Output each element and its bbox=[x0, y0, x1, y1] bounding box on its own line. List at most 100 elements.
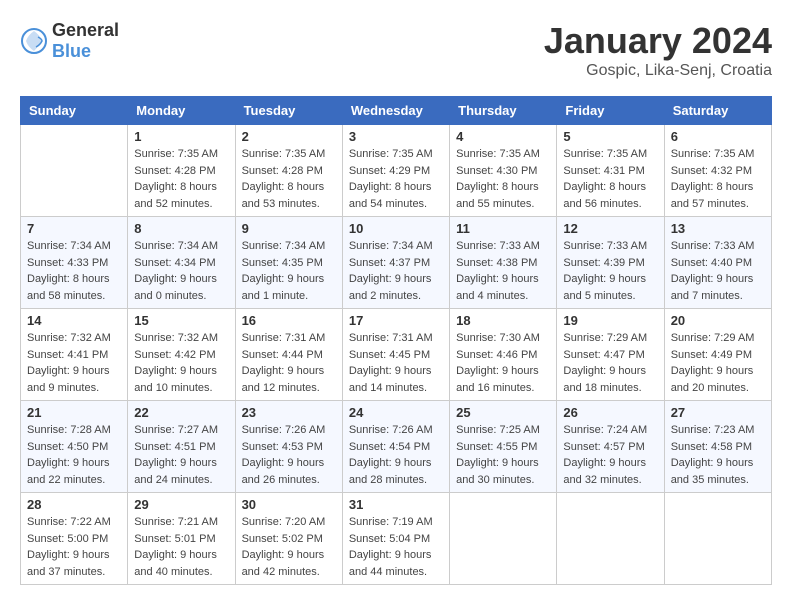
day-number: 30 bbox=[242, 497, 336, 512]
calendar-cell: 18 Sunrise: 7:30 AMSunset: 4:46 PMDayligh… bbox=[450, 309, 557, 401]
day-info: Sunrise: 7:33 AMSunset: 4:40 PMDaylight:… bbox=[671, 238, 765, 304]
calendar-cell: 19 Sunrise: 7:29 AMSunset: 4:47 PMDayligh… bbox=[557, 309, 664, 401]
weekday-header: Sunday bbox=[21, 97, 128, 125]
day-number: 22 bbox=[134, 405, 228, 420]
day-number: 5 bbox=[563, 129, 657, 144]
calendar-title: January 2024 bbox=[544, 20, 772, 62]
day-info: Sunrise: 7:35 AMSunset: 4:28 PMDaylight:… bbox=[134, 146, 228, 212]
day-number: 11 bbox=[456, 221, 550, 236]
weekday-header: Monday bbox=[128, 97, 235, 125]
calendar-week-row: 7Sunrise: 7:34 AMSunset: 4:33 PMDaylight… bbox=[21, 217, 772, 309]
calendar-cell: 10Sunrise: 7:34 AMSunset: 4:37 PMDayligh… bbox=[342, 217, 449, 309]
calendar-cell: 20Sunrise: 7:29 AMSunset: 4:49 PMDayligh… bbox=[664, 309, 771, 401]
day-info: Sunrise: 7:34 AMSunset: 4:33 PMDaylight:… bbox=[27, 238, 121, 304]
day-number: 4 bbox=[456, 129, 550, 144]
logo-blue: Blue bbox=[52, 41, 91, 61]
calendar-week-row: 21 Sunrise: 7:28 AMSunset: 4:50 PMDayligh… bbox=[21, 401, 772, 493]
calendar-cell: 8 Sunrise: 7:34 AMSunset: 4:34 PMDaylight… bbox=[128, 217, 235, 309]
calendar-cell: 2 Sunrise: 7:35 AMSunset: 4:28 PMDaylight… bbox=[235, 125, 342, 217]
calendar-cell: 25Sunrise: 7:25 AMSunset: 4:55 PMDayligh… bbox=[450, 401, 557, 493]
day-info: Sunrise: 7:35 AMSunset: 4:31 PMDaylight:… bbox=[563, 146, 657, 212]
weekday-header: Thursday bbox=[450, 97, 557, 125]
day-number: 26 bbox=[563, 405, 657, 420]
calendar-header-row: SundayMondayTuesdayWednesdayThursdayFrid… bbox=[21, 97, 772, 125]
day-number: 16 bbox=[242, 313, 336, 328]
calendar-cell: 24Sunrise: 7:26 AMSunset: 4:54 PMDayligh… bbox=[342, 401, 449, 493]
day-number: 29 bbox=[134, 497, 228, 512]
calendar-table: SundayMondayTuesdayWednesdayThursdayFrid… bbox=[20, 96, 772, 585]
calendar-cell bbox=[450, 493, 557, 585]
day-info: Sunrise: 7:29 AMSunset: 4:47 PMDaylight:… bbox=[563, 330, 657, 396]
calendar-cell: 15Sunrise: 7:32 AMSunset: 4:42 PMDayligh… bbox=[128, 309, 235, 401]
day-info: Sunrise: 7:33 AMSunset: 4:39 PMDaylight:… bbox=[563, 238, 657, 304]
day-number: 17 bbox=[349, 313, 443, 328]
day-info: Sunrise: 7:35 AMSunset: 4:28 PMDaylight:… bbox=[242, 146, 336, 212]
logo-icon bbox=[20, 27, 48, 55]
page-header: General Blue January 2024 Gospic, Lika-S… bbox=[20, 20, 772, 80]
day-info: Sunrise: 7:20 AMSunset: 5:02 PMDaylight:… bbox=[242, 514, 336, 580]
day-number: 14 bbox=[27, 313, 121, 328]
day-info: Sunrise: 7:27 AMSunset: 4:51 PMDaylight:… bbox=[134, 422, 228, 488]
calendar-cell: 1Sunrise: 7:35 AMSunset: 4:28 PMDaylight… bbox=[128, 125, 235, 217]
day-info: Sunrise: 7:22 AMSunset: 5:00 PMDaylight:… bbox=[27, 514, 121, 580]
day-info: Sunrise: 7:34 AMSunset: 4:35 PMDaylight:… bbox=[242, 238, 336, 304]
calendar-cell: 17 Sunrise: 7:31 AMSunset: 4:45 PMDayligh… bbox=[342, 309, 449, 401]
calendar-cell: 21 Sunrise: 7:28 AMSunset: 4:50 PMDayligh… bbox=[21, 401, 128, 493]
day-info: Sunrise: 7:31 AMSunset: 4:44 PMDaylight:… bbox=[242, 330, 336, 396]
day-info: Sunrise: 7:30 AMSunset: 4:46 PMDaylight:… bbox=[456, 330, 550, 396]
calendar-cell: 27Sunrise: 7:23 AMSunset: 4:58 PMDayligh… bbox=[664, 401, 771, 493]
calendar-location: Gospic, Lika-Senj, Croatia bbox=[544, 62, 772, 80]
calendar-cell: 14 Sunrise: 7:32 AMSunset: 4:41 PMDayligh… bbox=[21, 309, 128, 401]
calendar-cell: 26 Sunrise: 7:24 AMSunset: 4:57 PMDayligh… bbox=[557, 401, 664, 493]
day-number: 3 bbox=[349, 129, 443, 144]
day-number: 12 bbox=[563, 221, 657, 236]
calendar-cell bbox=[21, 125, 128, 217]
day-info: Sunrise: 7:35 AMSunset: 4:32 PMDaylight:… bbox=[671, 146, 765, 212]
calendar-cell: 13 Sunrise: 7:33 AMSunset: 4:40 PMDayligh… bbox=[664, 217, 771, 309]
calendar-cell: 5 Sunrise: 7:35 AMSunset: 4:31 PMDaylight… bbox=[557, 125, 664, 217]
logo-text: General Blue bbox=[52, 20, 119, 62]
day-number: 25 bbox=[456, 405, 550, 420]
day-number: 28 bbox=[27, 497, 121, 512]
calendar-cell: 23Sunrise: 7:26 AMSunset: 4:53 PMDayligh… bbox=[235, 401, 342, 493]
calendar-cell: 12 Sunrise: 7:33 AMSunset: 4:39 PMDayligh… bbox=[557, 217, 664, 309]
calendar-cell: 4 Sunrise: 7:35 AMSunset: 4:30 PMDaylight… bbox=[450, 125, 557, 217]
weekday-header: Wednesday bbox=[342, 97, 449, 125]
calendar-cell: 28 Sunrise: 7:22 AMSunset: 5:00 PMDayligh… bbox=[21, 493, 128, 585]
calendar-week-row: 1Sunrise: 7:35 AMSunset: 4:28 PMDaylight… bbox=[21, 125, 772, 217]
day-number: 2 bbox=[242, 129, 336, 144]
day-number: 15 bbox=[134, 313, 228, 328]
calendar-cell: 11 Sunrise: 7:33 AMSunset: 4:38 PMDayligh… bbox=[450, 217, 557, 309]
day-info: Sunrise: 7:31 AMSunset: 4:45 PMDaylight:… bbox=[349, 330, 443, 396]
day-number: 13 bbox=[671, 221, 765, 236]
title-block: January 2024 Gospic, Lika-Senj, Croatia bbox=[544, 20, 772, 80]
day-info: Sunrise: 7:24 AMSunset: 4:57 PMDaylight:… bbox=[563, 422, 657, 488]
calendar-cell: 31Sunrise: 7:19 AMSunset: 5:04 PMDayligh… bbox=[342, 493, 449, 585]
day-info: Sunrise: 7:35 AMSunset: 4:30 PMDaylight:… bbox=[456, 146, 550, 212]
day-info: Sunrise: 7:33 AMSunset: 4:38 PMDaylight:… bbox=[456, 238, 550, 304]
day-info: Sunrise: 7:34 AMSunset: 4:34 PMDaylight:… bbox=[134, 238, 228, 304]
logo-general: General bbox=[52, 20, 119, 40]
logo: General Blue bbox=[20, 20, 119, 62]
day-number: 8 bbox=[134, 221, 228, 236]
weekday-header: Tuesday bbox=[235, 97, 342, 125]
day-info: Sunrise: 7:19 AMSunset: 5:04 PMDaylight:… bbox=[349, 514, 443, 580]
day-info: Sunrise: 7:29 AMSunset: 4:49 PMDaylight:… bbox=[671, 330, 765, 396]
calendar-cell: 9Sunrise: 7:34 AMSunset: 4:35 PMDaylight… bbox=[235, 217, 342, 309]
calendar-week-row: 28 Sunrise: 7:22 AMSunset: 5:00 PMDayligh… bbox=[21, 493, 772, 585]
calendar-cell: 30 Sunrise: 7:20 AMSunset: 5:02 PMDayligh… bbox=[235, 493, 342, 585]
day-info: Sunrise: 7:32 AMSunset: 4:41 PMDaylight:… bbox=[27, 330, 121, 396]
day-number: 6 bbox=[671, 129, 765, 144]
day-number: 19 bbox=[563, 313, 657, 328]
weekday-header: Friday bbox=[557, 97, 664, 125]
calendar-cell: 3Sunrise: 7:35 AMSunset: 4:29 PMDaylight… bbox=[342, 125, 449, 217]
day-number: 10 bbox=[349, 221, 443, 236]
calendar-cell: 6 Sunrise: 7:35 AMSunset: 4:32 PMDaylight… bbox=[664, 125, 771, 217]
day-number: 21 bbox=[27, 405, 121, 420]
day-info: Sunrise: 7:23 AMSunset: 4:58 PMDaylight:… bbox=[671, 422, 765, 488]
day-number: 24 bbox=[349, 405, 443, 420]
calendar-week-row: 14 Sunrise: 7:32 AMSunset: 4:41 PMDayligh… bbox=[21, 309, 772, 401]
day-number: 18 bbox=[456, 313, 550, 328]
day-info: Sunrise: 7:21 AMSunset: 5:01 PMDaylight:… bbox=[134, 514, 228, 580]
day-info: Sunrise: 7:28 AMSunset: 4:50 PMDaylight:… bbox=[27, 422, 121, 488]
